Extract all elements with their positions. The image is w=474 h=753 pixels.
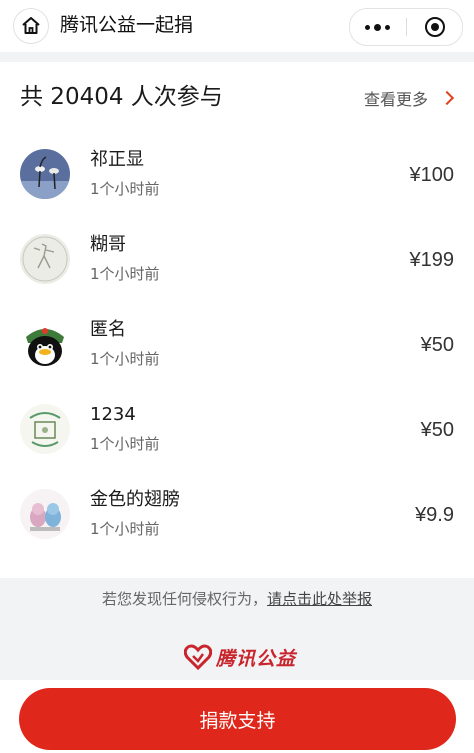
donor-summary-header: 共 20404 人次参与 查看更多	[0, 62, 474, 132]
toy-figures-avatar	[20, 489, 70, 539]
donation-amount: ¥199	[409, 249, 455, 271]
donation-time: 1个小时前	[90, 350, 160, 368]
more-dots-icon	[365, 23, 390, 31]
sketch-avatar	[20, 234, 70, 284]
donor-row[interactable]: 糊哥 1个小时前 ¥199	[0, 221, 474, 306]
close-target-icon	[424, 17, 445, 37]
heart-logo-icon	[184, 644, 212, 670]
donor-name: 匿名	[90, 319, 126, 340]
home-icon	[22, 17, 40, 34]
donation-amount: ¥50	[420, 419, 454, 441]
penguin-avatar	[20, 319, 70, 369]
avatar	[20, 404, 70, 454]
tencent-charity-brand: 腾讯公益	[184, 642, 296, 672]
brand-name: 腾讯公益	[216, 647, 297, 670]
donation-amount: ¥100	[409, 164, 455, 186]
emblem-avatar	[20, 404, 70, 454]
mini-program-capsule	[349, 8, 463, 46]
donation-amount: ¥50	[420, 334, 454, 356]
donor-name: 1234	[90, 404, 136, 425]
donate-button[interactable]: 捐款支持	[19, 688, 456, 750]
report-prefix: 若您发现任何侵权行为，	[101, 590, 267, 608]
donor-name: 祁正显	[90, 149, 144, 170]
report-link[interactable]: 请点击此处举报	[267, 590, 372, 608]
crane-photo-avatar	[20, 149, 70, 199]
avatar	[20, 234, 70, 284]
see-more-label: 查看更多	[363, 90, 428, 109]
donor-name: 糊哥	[90, 234, 126, 255]
donor-row[interactable]: 1234 1个小时前 ¥50	[0, 391, 474, 476]
avatar	[20, 149, 70, 199]
chevron-right-icon	[439, 90, 455, 106]
see-more-link[interactable]: 查看更多	[363, 86, 455, 110]
bottom-action-bar: 捐款支持	[0, 680, 474, 753]
report-notice: 若您发现任何侵权行为，请点击此处举报	[0, 588, 474, 610]
page-title: 腾讯公益一起捐	[60, 14, 194, 36]
close-mini-program-button[interactable]	[407, 9, 462, 45]
donor-row[interactable]: 金色的翅膀 1个小时前 ¥9.9	[0, 476, 474, 561]
donation-time: 1个小时前	[90, 180, 160, 198]
donor-row[interactable]: 祁正显 1个小时前 ¥100	[0, 136, 474, 221]
avatar	[20, 319, 70, 369]
donation-time: 1个小时前	[90, 520, 160, 538]
donation-amount: ¥9.9	[415, 504, 454, 526]
more-options-button[interactable]	[350, 9, 405, 45]
home-button[interactable]	[13, 8, 49, 44]
participant-count: 共 20404 人次参与	[20, 84, 223, 110]
donor-list-card: 共 20404 人次参与 查看更多 祁正显 1个小时前 ¥100 糊哥 1个小时…	[0, 62, 474, 578]
avatar	[20, 489, 70, 539]
donor-name: 金色的翅膀	[90, 489, 180, 510]
donation-time: 1个小时前	[90, 435, 160, 453]
donation-time: 1个小时前	[90, 265, 160, 283]
donor-row[interactable]: 匿名 1个小时前 ¥50	[0, 306, 474, 391]
top-nav-bar: 腾讯公益一起捐	[0, 0, 474, 52]
